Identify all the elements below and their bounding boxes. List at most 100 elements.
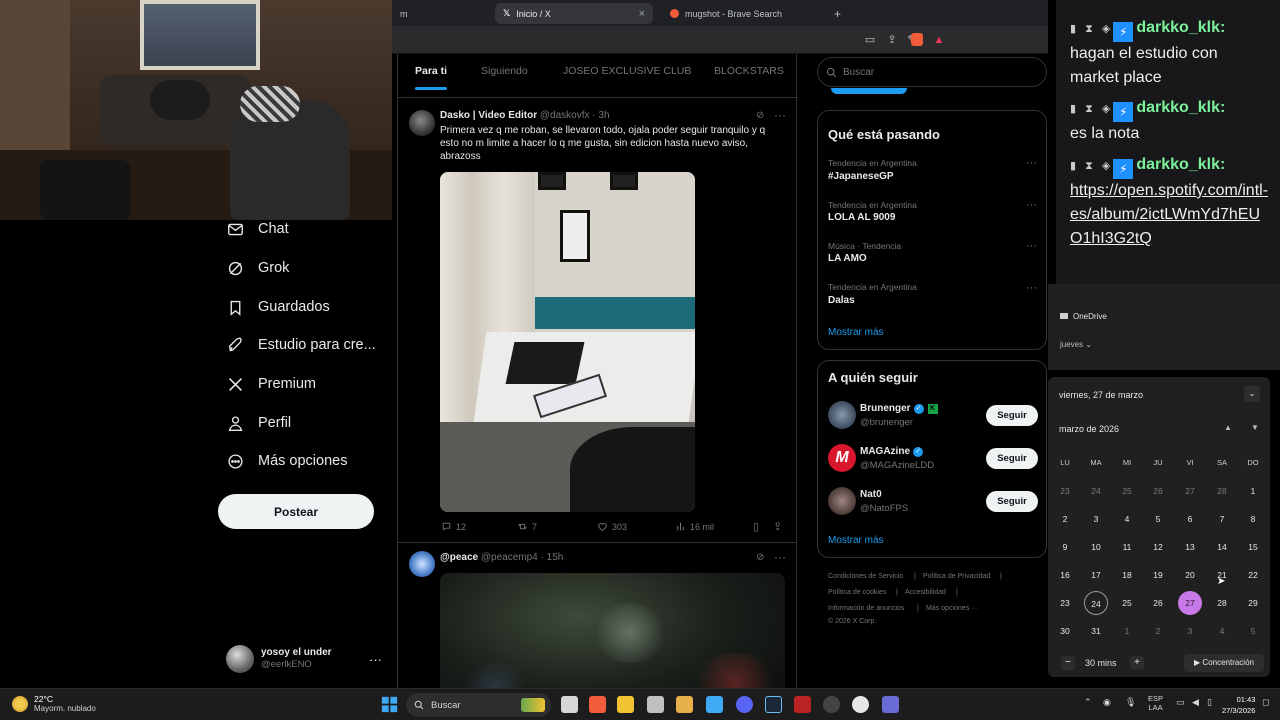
app-icon[interactable] <box>882 696 899 713</box>
calendar-day[interactable]: 15 <box>1241 535 1265 559</box>
calendar-day[interactable]: 12 <box>1146 535 1170 559</box>
nav-item-grok[interactable]: Grok <box>226 253 289 283</box>
calendar-day[interactable]: 29 <box>1241 591 1265 615</box>
steam-icon[interactable] <box>765 696 782 713</box>
browser-tab-brave-search[interactable]: mugshot - Brave Search <box>662 3 824 24</box>
brave-shields-icon[interactable] <box>911 33 923 46</box>
tweet-author-name[interactable]: Dasko | Video Editor <box>440 110 537 121</box>
follow-name[interactable]: Brunenger ✓ K <box>860 403 938 414</box>
volume-icon[interactable]: ◀ <box>1192 697 1199 708</box>
account-switcher[interactable]: yosoy el under @eerlkENO ··· <box>226 644 386 674</box>
footer-link[interactable]: Información de anuncios <box>828 605 904 612</box>
more-dots-icon[interactable]: ··· <box>1026 240 1037 252</box>
taskbar-clock[interactable]: 01:43 27/3/2026 <box>1222 694 1255 716</box>
bookmark-icon[interactable]: ▯ <box>753 520 759 533</box>
next-month-icon[interactable]: ▼ <box>1251 423 1259 432</box>
tweet-time[interactable]: · 3h <box>592 110 609 121</box>
post-button[interactable]: Postear <box>218 494 374 529</box>
nav-item-guardados[interactable]: Guardados <box>226 292 330 322</box>
focus-minus-button[interactable]: − <box>1061 656 1075 670</box>
calendar-day[interactable]: 25 <box>1115 591 1139 615</box>
calendar-day[interactable]: 10 <box>1084 535 1108 559</box>
footer-link[interactable]: Más opciones ··· <box>926 605 978 612</box>
nav-item-mas-opciones[interactable]: Más opciones <box>226 446 347 476</box>
browser-tab-x-home[interactable]: 𝕏 Inicio / X × <box>495 3 653 24</box>
notifications-icon[interactable]: ◻ <box>1262 697 1269 708</box>
trend-item[interactable]: LA AMO <box>828 253 867 264</box>
trend-item[interactable]: Dalas <box>828 295 855 306</box>
calendar-day[interactable]: 22 <box>1241 563 1265 587</box>
collapse-icon[interactable]: ⌄ <box>1244 386 1260 402</box>
calendar-day[interactable]: 2 <box>1146 619 1170 643</box>
avatar[interactable] <box>828 401 856 429</box>
footer-link[interactable]: Política de Privacidad <box>923 573 990 580</box>
nav-item-estudio[interactable]: Estudio para cre... <box>226 330 376 360</box>
follow-button[interactable]: Seguir <box>986 405 1038 426</box>
calendar-day[interactable]: 24 <box>1084 591 1108 615</box>
calendar-day[interactable]: 1 <box>1115 619 1139 643</box>
shield-app-icon[interactable] <box>794 696 811 713</box>
onedrive-label[interactable]: OneDrive <box>1060 312 1107 321</box>
avatar[interactable] <box>828 487 856 515</box>
taskbar-search[interactable]: Buscar <box>406 693 551 717</box>
reply-button[interactable]: 12 <box>441 521 466 532</box>
tray-overflow-icon[interactable]: ⌃ <box>1084 697 1092 708</box>
nav-item-perfil[interactable]: Perfil <box>226 408 291 438</box>
calendar-day[interactable]: 23 <box>1053 479 1077 503</box>
more-dots-icon[interactable]: ··· <box>369 652 382 667</box>
more-dots-icon[interactable]: ··· <box>1026 199 1037 211</box>
brave-icon[interactable] <box>589 696 606 713</box>
tweet-time[interactable]: · 15h <box>541 552 564 563</box>
follow-name[interactable]: MAGAzine ✓ <box>860 446 923 457</box>
tweet-photo[interactable] <box>440 172 695 512</box>
start-button[interactable] <box>381 696 398 713</box>
calendar-day[interactable]: 26 <box>1146 591 1170 615</box>
brave-rewards-icon[interactable]: ▲ <box>932 33 946 47</box>
prev-month-icon[interactable]: ▲ <box>1224 423 1232 432</box>
calendar-day[interactable]: 13 <box>1178 535 1202 559</box>
new-tab-button[interactable]: + <box>826 3 846 24</box>
calendar-day[interactable]: 23 <box>1053 591 1077 615</box>
follow-button[interactable]: Seguir <box>986 491 1038 512</box>
calendar-day[interactable]: 17 <box>1084 563 1108 587</box>
notepad-icon[interactable] <box>617 696 634 713</box>
share-icon[interactable]: ⇪ <box>885 33 899 47</box>
calendar-day[interactable]: 4 <box>1115 507 1139 531</box>
show-more-link[interactable]: Mostrar más <box>828 327 884 338</box>
close-tab-icon[interactable]: × <box>639 8 645 20</box>
calendar-day[interactable]: 4 <box>1210 619 1234 643</box>
share-icon[interactable]: ⇪ <box>773 520 782 533</box>
calendar-day[interactable]: 6 <box>1178 507 1202 531</box>
tab-siguiendo[interactable]: Siguiendo <box>481 65 528 77</box>
nav-item-premium[interactable]: Premium <box>226 369 316 399</box>
follow-button[interactable]: Seguir <box>986 448 1038 469</box>
calendar-day[interactable]: 24 <box>1084 479 1108 503</box>
calendar-day[interactable]: 8 <box>1241 507 1265 531</box>
chat-link[interactable]: https://open.spotify.com/intl-es/album/2… <box>1070 179 1270 251</box>
search-input[interactable]: Buscar <box>817 57 1047 87</box>
avatar[interactable]: M <box>828 444 856 472</box>
discord-icon[interactable] <box>736 696 753 713</box>
calendar-day[interactable]: 20 <box>1178 563 1202 587</box>
focus-session-button[interactable]: ▶ Concentración <box>1184 654 1264 672</box>
calendar-day[interactable]: 18 <box>1115 563 1139 587</box>
tray-app-icon[interactable]: ◉ <box>1103 697 1111 708</box>
calendar-day[interactable]: 19 <box>1146 563 1170 587</box>
tweet-author-name[interactable]: @peace <box>440 552 478 563</box>
focus-plus-button[interactable]: + <box>1130 656 1144 670</box>
ms-store-icon[interactable] <box>706 696 723 713</box>
calendar-day[interactable]: 16 <box>1053 563 1077 587</box>
repost-button[interactable]: 7 <box>517 521 537 532</box>
microphone-icon[interactable]: 🎙 <box>1125 697 1136 708</box>
screenshot-icon[interactable]: ▭ <box>863 33 877 47</box>
more-dots-icon[interactable]: ··· <box>774 550 786 564</box>
grok-icon[interactable]: ⊘ <box>756 110 764 121</box>
views-button[interactable]: 16 mil <box>675 521 714 532</box>
language-indicator[interactable]: ESP LAA <box>1148 694 1163 712</box>
footer-link[interactable]: Accesibilidad <box>905 589 946 596</box>
calculator-icon[interactable] <box>647 696 664 713</box>
calendar-day[interactable]: 30 <box>1053 619 1077 643</box>
footer-link[interactable]: Política de cookies <box>828 589 886 596</box>
grok-icon[interactable]: ⊘ <box>756 552 764 563</box>
calendar-day[interactable]: 25 <box>1115 479 1139 503</box>
